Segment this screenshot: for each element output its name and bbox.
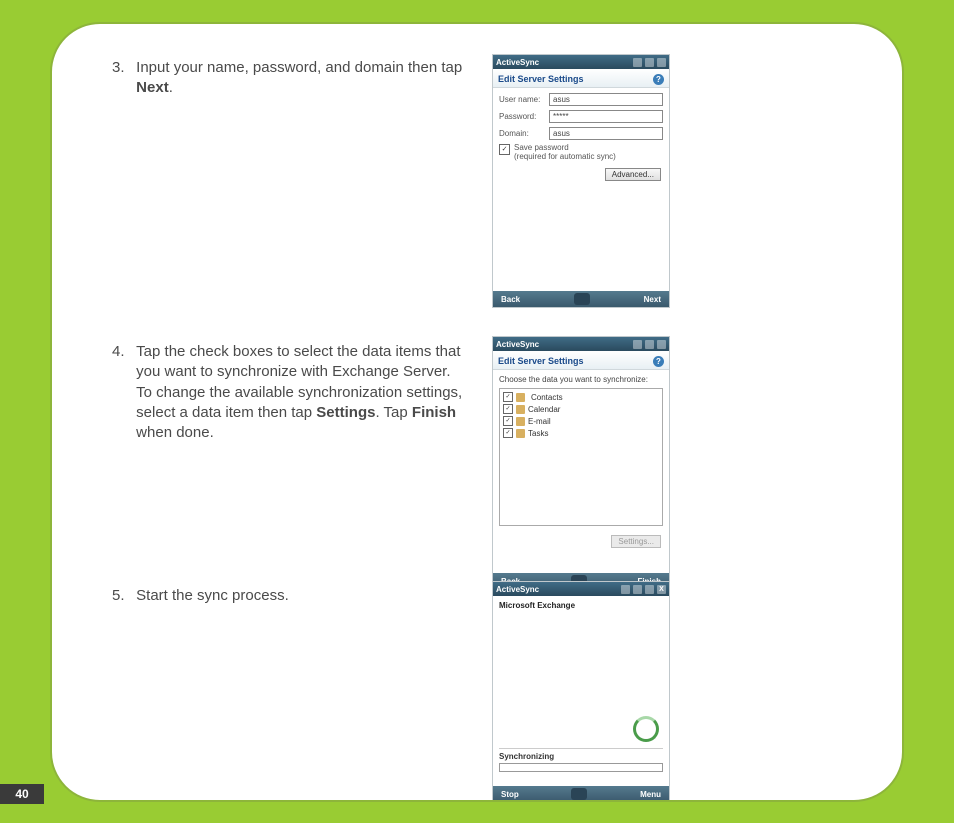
sync-data-list: ✓ Contacts ✓ Calendar ✓ E-mail	[499, 388, 663, 526]
softkey-next[interactable]: Next	[644, 295, 661, 304]
password-field[interactable]: *****	[549, 110, 663, 123]
screenshot-edit-server-credentials: ActiveSync Edit Server Settings ? User n…	[492, 54, 670, 308]
step-4-number: 4.	[112, 342, 132, 362]
sync-prompt: Choose the data you want to synchronize:	[499, 375, 663, 384]
status-icons	[633, 58, 666, 67]
advanced-button[interactable]: Advanced...	[605, 168, 661, 181]
step-4: 4. Tap the check boxes to select the dat…	[112, 342, 472, 443]
keyboard-icon[interactable]	[574, 293, 590, 305]
domain-field[interactable]: asus	[549, 127, 663, 140]
screen-heading: Edit Server Settings ?	[493, 351, 669, 370]
softkey-stop[interactable]: Stop	[501, 790, 519, 799]
list-item[interactable]: ✓ E-mail	[503, 416, 659, 426]
domain-label: Domain:	[499, 129, 549, 138]
volume-icon	[633, 585, 642, 594]
list-item[interactable]: ✓ Contacts	[503, 392, 659, 402]
username-label: User name:	[499, 95, 549, 104]
app-title: ActiveSync	[496, 58, 539, 67]
list-item[interactable]: ✓ Calendar	[503, 404, 659, 414]
email-icon	[516, 417, 525, 426]
step-5-number: 5.	[112, 586, 132, 606]
signal-icon	[633, 340, 642, 349]
close-icon[interactable]: X	[657, 585, 666, 594]
checkbox-icon[interactable]: ✓	[503, 392, 513, 402]
status-icons: X	[621, 585, 666, 594]
sync-spinner-icon	[633, 716, 659, 742]
titlebar: ActiveSync X	[493, 582, 669, 596]
softkey-back[interactable]: Back	[501, 295, 520, 304]
tasks-icon	[516, 429, 525, 438]
signal-icon	[621, 585, 630, 594]
ok-icon	[657, 340, 666, 349]
contacts-icon	[516, 393, 525, 402]
step-3-text: Input your name, password, and domain th…	[136, 58, 466, 99]
username-field[interactable]: asus	[549, 93, 663, 106]
app-title: ActiveSync	[496, 585, 539, 594]
screenshot-choose-sync-data: ActiveSync Edit Server Settings ? Choose…	[492, 336, 670, 590]
step-5-text: Start the sync process.	[136, 586, 466, 606]
titlebar: ActiveSync	[493, 337, 669, 351]
progress-bar	[499, 763, 663, 772]
checkbox-icon[interactable]: ✓	[503, 404, 513, 414]
save-password-checkbox[interactable]: ✓	[499, 144, 510, 155]
calendar-icon	[516, 405, 525, 414]
sync-source-heading: Microsoft Exchange	[499, 601, 663, 610]
softkey-menu[interactable]: Menu	[640, 790, 661, 799]
help-icon[interactable]: ?	[653, 356, 664, 367]
screenshot-synchronizing: ActiveSync X Microsoft Exchange Synchron…	[492, 581, 670, 802]
screen-heading: Edit Server Settings ?	[493, 69, 669, 88]
sync-status-label: Synchronizing	[499, 752, 663, 761]
password-label: Password:	[499, 112, 549, 121]
signal-icon	[633, 58, 642, 67]
volume-icon	[645, 58, 654, 67]
step-4-text: Tap the check boxes to select the data i…	[136, 342, 466, 443]
page-card: 3. Input your name, password, and domain…	[50, 22, 904, 802]
step-5: 5. Start the sync process.	[112, 586, 472, 606]
save-password-label: Save password (required for automatic sy…	[514, 144, 616, 162]
keyboard-icon[interactable]	[571, 788, 587, 800]
checkbox-icon[interactable]: ✓	[503, 416, 513, 426]
settings-button[interactable]: Settings...	[611, 535, 661, 548]
ok-icon	[657, 58, 666, 67]
list-item[interactable]: ✓ Tasks	[503, 428, 659, 438]
titlebar: ActiveSync	[493, 55, 669, 69]
step-3-number: 3.	[112, 58, 132, 78]
page-number-badge: 40	[0, 784, 44, 804]
checkbox-icon[interactable]: ✓	[503, 428, 513, 438]
help-icon[interactable]: ?	[653, 74, 664, 85]
volume-icon	[645, 340, 654, 349]
app-title: ActiveSync	[496, 340, 539, 349]
ok-icon	[645, 585, 654, 594]
step-3: 3. Input your name, password, and domain…	[112, 58, 472, 99]
status-icons	[633, 340, 666, 349]
